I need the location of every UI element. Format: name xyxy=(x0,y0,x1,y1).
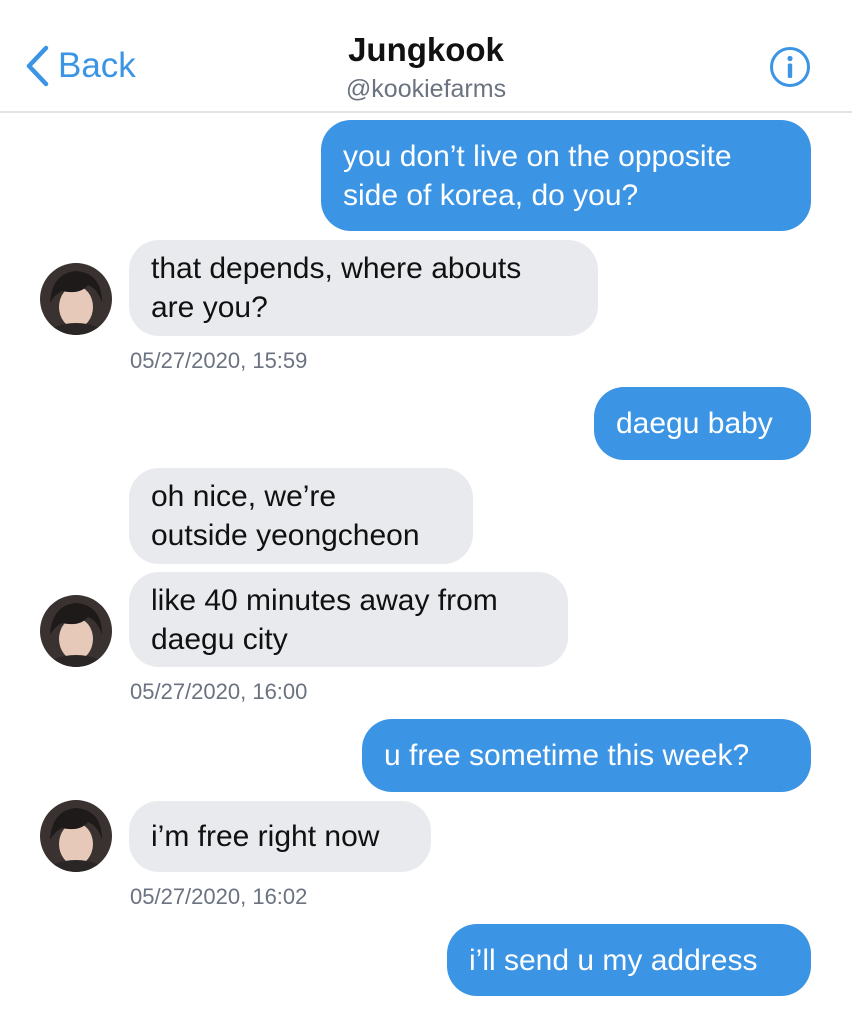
message-line: side of korea, do you? xyxy=(343,178,639,212)
dm-conversation-screen: Back Jungkook @kookiefarms you don’t liv… xyxy=(0,0,852,1024)
message-bubble-received[interactable]: that depends, where abouts are you? xyxy=(129,240,598,336)
avatar[interactable] xyxy=(40,263,112,335)
message-bubble-sent[interactable]: daegu baby xyxy=(594,387,811,460)
message-bubble-sent[interactable]: i’ll send u my address xyxy=(447,924,811,996)
message-line: u free sometime this week? xyxy=(384,739,750,772)
message-line: oh nice, we’re xyxy=(151,480,337,513)
message-line: are you? xyxy=(151,291,268,324)
message-bubble-received[interactable]: i’m free right now xyxy=(129,801,431,872)
message-line: i’m free right now xyxy=(151,820,380,853)
message-line: outside yeongcheon xyxy=(151,519,420,552)
message-line: daegu city xyxy=(151,622,288,656)
message-timestamp: 05/27/2020, 16:00 xyxy=(130,679,308,704)
message-bubble-sent[interactable]: u free sometime this week? xyxy=(362,719,811,792)
message-line: i’ll send u my address xyxy=(469,943,758,977)
conversation-title-block[interactable]: Jungkook @kookiefarms xyxy=(0,30,852,106)
info-icon xyxy=(770,47,810,87)
message-line: you don’t live on the opposite xyxy=(343,139,732,173)
avatar[interactable] xyxy=(40,800,112,872)
message-bubble-sent[interactable]: you don’t live on the opposite side of k… xyxy=(321,120,811,231)
avatar[interactable] xyxy=(40,595,112,667)
contact-handle: @kookiefarms xyxy=(345,75,507,103)
message-bubble-received[interactable]: like 40 minutes away from daegu city xyxy=(129,572,568,667)
message-timestamp: 05/27/2020, 15:59 xyxy=(130,348,308,373)
message-timestamp: 05/27/2020, 16:02 xyxy=(130,884,308,909)
message-line: like 40 minutes away from xyxy=(151,583,498,617)
message-line: daegu baby xyxy=(616,407,773,440)
message-bubble-received[interactable]: oh nice, we’re outside yeongcheon xyxy=(129,468,473,564)
conversation-header: Back Jungkook @kookiefarms xyxy=(0,0,852,113)
message-line: that depends, where abouts xyxy=(151,252,522,285)
info-button[interactable] xyxy=(769,46,811,93)
contact-name: Jungkook xyxy=(348,31,504,68)
